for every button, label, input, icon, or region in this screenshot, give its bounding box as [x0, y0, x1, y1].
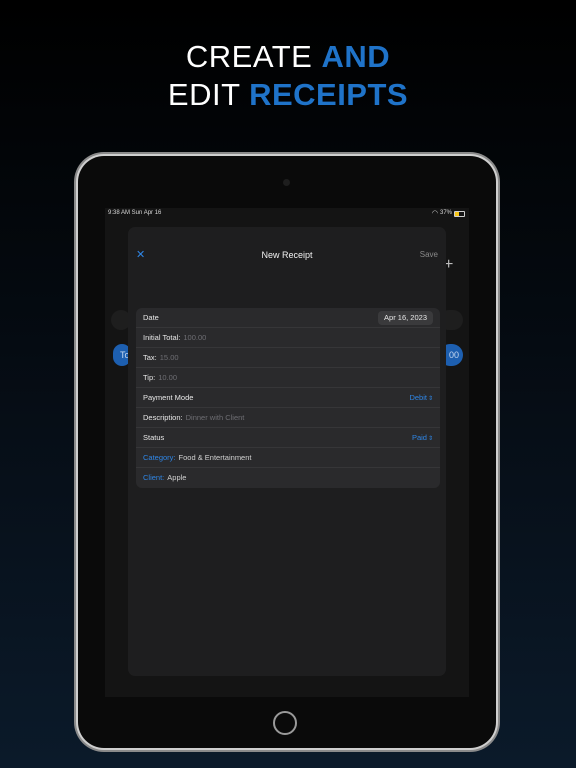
- status-label: Status: [143, 433, 165, 442]
- tax-label: Tax:: [143, 353, 157, 362]
- new-receipt-sheet: New Receipt ✕ Save Date Apr 16, 2023 Ini…: [128, 227, 446, 676]
- date-picker[interactable]: Apr 16, 2023: [378, 311, 433, 325]
- tip-field[interactable]: Tip: 10.00: [136, 368, 440, 388]
- payment-mode-row: Payment Mode Debit⇕: [136, 388, 440, 408]
- client-label: Client:: [143, 473, 165, 482]
- payment-mode-value: Debit: [409, 393, 427, 402]
- headline-line-2: EDIT RECEIPTS: [0, 76, 576, 114]
- chevron-updown-icon: ⇕: [427, 436, 433, 442]
- close-icon[interactable]: ✕: [136, 245, 145, 265]
- status-time: 9:38 AM Sun Apr 16: [108, 210, 162, 216]
- ipad-device-frame: 9:38 AM Sun Apr 16 ◠ 37% + To 00 New Rec…: [78, 156, 496, 748]
- initial-total-field[interactable]: Initial Total: 100.00: [136, 328, 440, 348]
- client-row[interactable]: Client: Apple: [136, 468, 440, 488]
- camera-icon: [283, 179, 290, 186]
- initial-total-label: Initial Total:: [143, 333, 181, 342]
- category-label: Category:: [143, 453, 176, 462]
- date-row: Date Apr 16, 2023: [136, 308, 440, 328]
- save-button[interactable]: Save: [420, 245, 438, 265]
- description-field[interactable]: Description: Dinner with Client: [136, 408, 440, 428]
- status-picker[interactable]: Paid⇕: [412, 428, 433, 449]
- chevron-updown-icon: ⇕: [427, 396, 433, 402]
- tax-field[interactable]: Tax: 15.00: [136, 348, 440, 368]
- headline-and-text: AND: [321, 39, 391, 74]
- tax-input[interactable]: 15.00: [160, 353, 179, 362]
- status-value: Paid: [411, 433, 427, 442]
- initial-total-input[interactable]: 100.00: [183, 333, 206, 342]
- tip-input[interactable]: 10.00: [158, 373, 177, 382]
- status-indicators: ◠ 37%: [432, 208, 465, 219]
- status-row: Status Paid⇕: [136, 428, 440, 448]
- device-screen: 9:38 AM Sun Apr 16 ◠ 37% + To 00 New Rec…: [105, 208, 469, 697]
- description-label: Description:: [143, 413, 183, 422]
- payment-mode-label: Payment Mode: [143, 393, 194, 402]
- headline-create-text: CREATE: [185, 39, 322, 74]
- payment-mode-picker[interactable]: Debit⇕: [409, 388, 433, 409]
- receipt-form: Date Apr 16, 2023 Initial Total: 100.00 T…: [136, 308, 440, 488]
- sheet-header: New Receipt ✕ Save: [128, 245, 446, 265]
- headline-edit-text: EDIT: [167, 77, 250, 112]
- client-value: Apple: [167, 473, 187, 482]
- battery-percent: 37%: [439, 210, 452, 216]
- home-button[interactable]: [273, 711, 297, 735]
- headline-receipts-text: RECEIPTS: [249, 77, 409, 112]
- category-row[interactable]: Category: Food & Entertainment: [136, 448, 440, 468]
- category-value: Food & Entertainment: [178, 453, 252, 462]
- battery-icon: [454, 210, 465, 217]
- date-label: Date: [143, 313, 159, 322]
- headline-line-1: CREATE AND: [0, 38, 576, 76]
- wifi-icon: ◠: [431, 210, 438, 217]
- status-bar: 9:38 AM Sun Apr 16 ◠ 37%: [105, 208, 469, 219]
- description-input[interactable]: Dinner with Client: [186, 413, 245, 422]
- sheet-title: New Receipt: [261, 250, 313, 260]
- tip-label: Tip:: [143, 373, 156, 382]
